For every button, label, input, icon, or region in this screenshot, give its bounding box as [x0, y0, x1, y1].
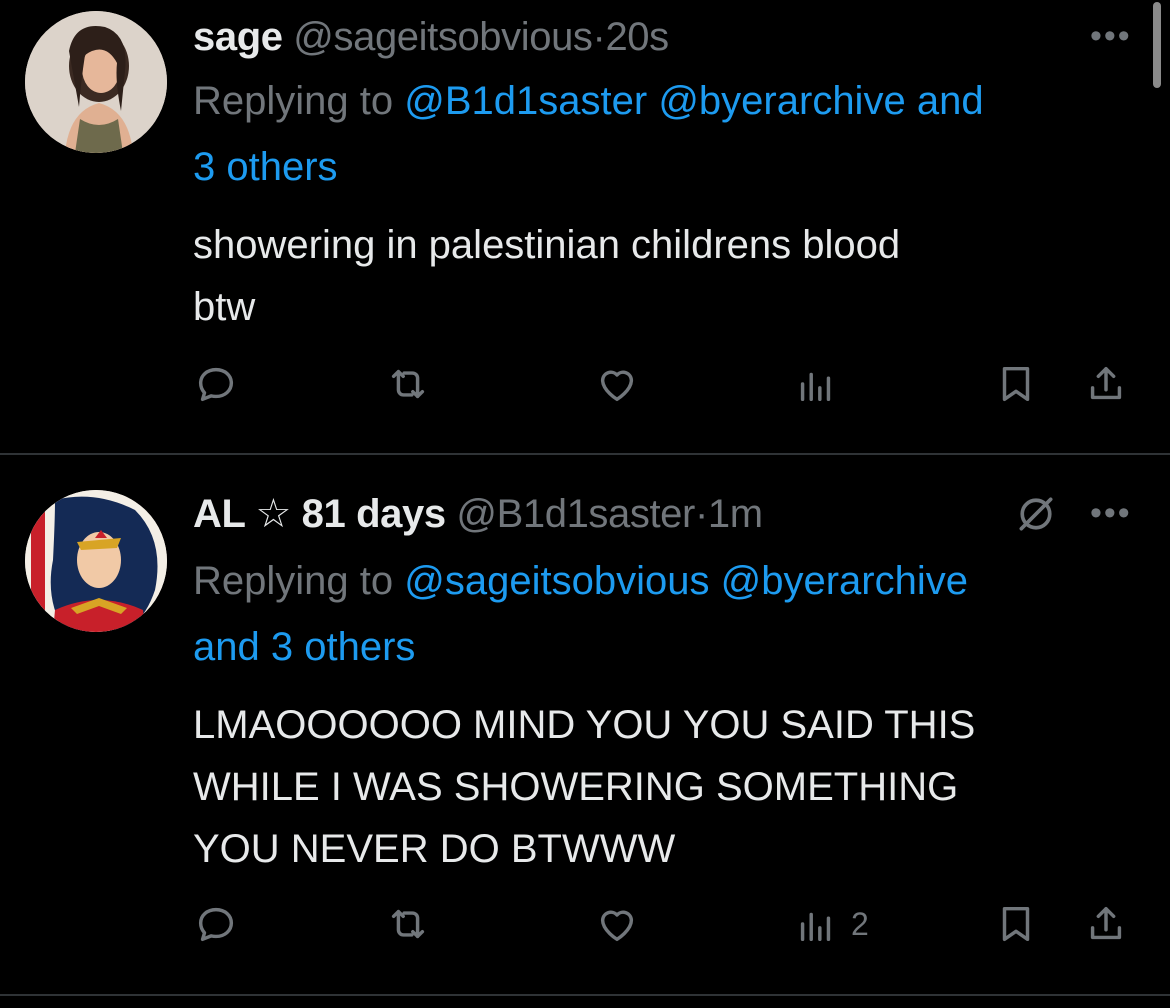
replying-to: Replying to @sageitsobvious @byerarchive… — [193, 548, 1123, 680]
replying-prefix: Replying to — [193, 559, 394, 603]
share-button[interactable] — [1083, 361, 1129, 407]
display-name[interactable]: AL ☆ 81 days — [193, 492, 446, 536]
avatar-image — [25, 11, 167, 153]
replying-to: Replying to @B1d1saster @byerarchive and… — [193, 68, 1123, 200]
views-button[interactable]: 2 — [793, 901, 869, 947]
others-link[interactable]: 3 others — [271, 625, 416, 669]
views-icon — [800, 912, 831, 942]
like-icon — [600, 370, 634, 402]
timestamp[interactable]: 1m — [708, 492, 763, 536]
tweet-text: LMAOOOOOO MIND YOU YOU SAID THIS WHILE I… — [193, 694, 1123, 880]
separator: · — [592, 15, 606, 59]
tweet-text-line: btw — [193, 285, 256, 329]
views-count: 2 — [851, 905, 869, 942]
reply-icon — [198, 907, 234, 942]
display-name[interactable]: sage — [193, 15, 283, 59]
reply-icon — [198, 367, 234, 402]
tweet-al[interactable]: AL ☆ 81 days @B1d1saster·1m ••• Replying… — [0, 455, 1170, 995]
bookmark-icon — [1002, 366, 1030, 402]
more-icon[interactable]: ••• — [1090, 17, 1132, 56]
replying-and: and — [916, 79, 984, 123]
share-button[interactable] — [1083, 901, 1129, 947]
others-link[interactable]: 3 others — [193, 145, 338, 189]
tweet-sage[interactable]: sage @sageitsobvious·20s ••• Replying to… — [0, 0, 1170, 454]
replying-prefix: Replying to — [193, 79, 394, 123]
timestamp[interactable]: 20s — [605, 15, 669, 59]
reply-button[interactable] — [193, 901, 239, 947]
retweet-icon — [391, 909, 425, 939]
avatar-image — [25, 490, 167, 632]
like-icon — [600, 910, 634, 942]
handle[interactable]: @sageitsobvious — [293, 15, 593, 59]
separator: · — [694, 492, 708, 536]
retweet-icon — [391, 369, 425, 399]
tweet-divider — [0, 994, 1170, 996]
retweet-button[interactable] — [385, 361, 431, 407]
tweet-text: showering in palestinian childrens blood… — [193, 214, 1123, 338]
grok-icon[interactable] — [1014, 492, 1058, 541]
reply-button[interactable] — [193, 361, 239, 407]
share-icon — [1090, 906, 1122, 940]
tweet-text-line: LMAOOOOOO MIND YOU YOU SAID THIS — [193, 703, 976, 747]
scrollbar[interactable] — [1153, 2, 1161, 88]
more-icon[interactable]: ••• — [1090, 494, 1132, 533]
avatar[interactable] — [25, 11, 167, 153]
tweet-text-line: showering in palestinian childrens blood — [193, 223, 901, 267]
bookmark-button[interactable] — [993, 901, 1039, 947]
handle[interactable]: @B1d1saster — [456, 492, 695, 536]
mention-link[interactable]: @byerarchive — [658, 79, 905, 123]
avatar[interactable] — [25, 490, 167, 632]
views-button[interactable] — [793, 361, 839, 407]
tweet-text-line: WHILE I WAS SHOWERING SOMETHING — [193, 765, 959, 809]
replying-and: and — [193, 625, 260, 669]
like-button[interactable] — [594, 361, 640, 407]
action-bar — [193, 361, 1143, 421]
mention-link[interactable]: @B1d1saster — [404, 79, 647, 123]
tweet-header: sage @sageitsobvious·20s — [193, 13, 669, 61]
action-bar: 2 — [193, 901, 1143, 961]
views-icon — [800, 372, 831, 402]
like-button[interactable] — [594, 901, 640, 947]
tweet-text-line: YOU NEVER DO BTWWW — [193, 827, 676, 871]
mention-link[interactable]: @byerarchive — [721, 559, 968, 603]
mention-link[interactable]: @sageitsobvious — [404, 559, 709, 603]
bookmark-icon — [1002, 906, 1030, 942]
tweet-header: AL ☆ 81 days @B1d1saster·1m — [193, 490, 763, 538]
bookmark-button[interactable] — [993, 361, 1039, 407]
share-icon — [1090, 366, 1122, 400]
retweet-button[interactable] — [385, 901, 431, 947]
